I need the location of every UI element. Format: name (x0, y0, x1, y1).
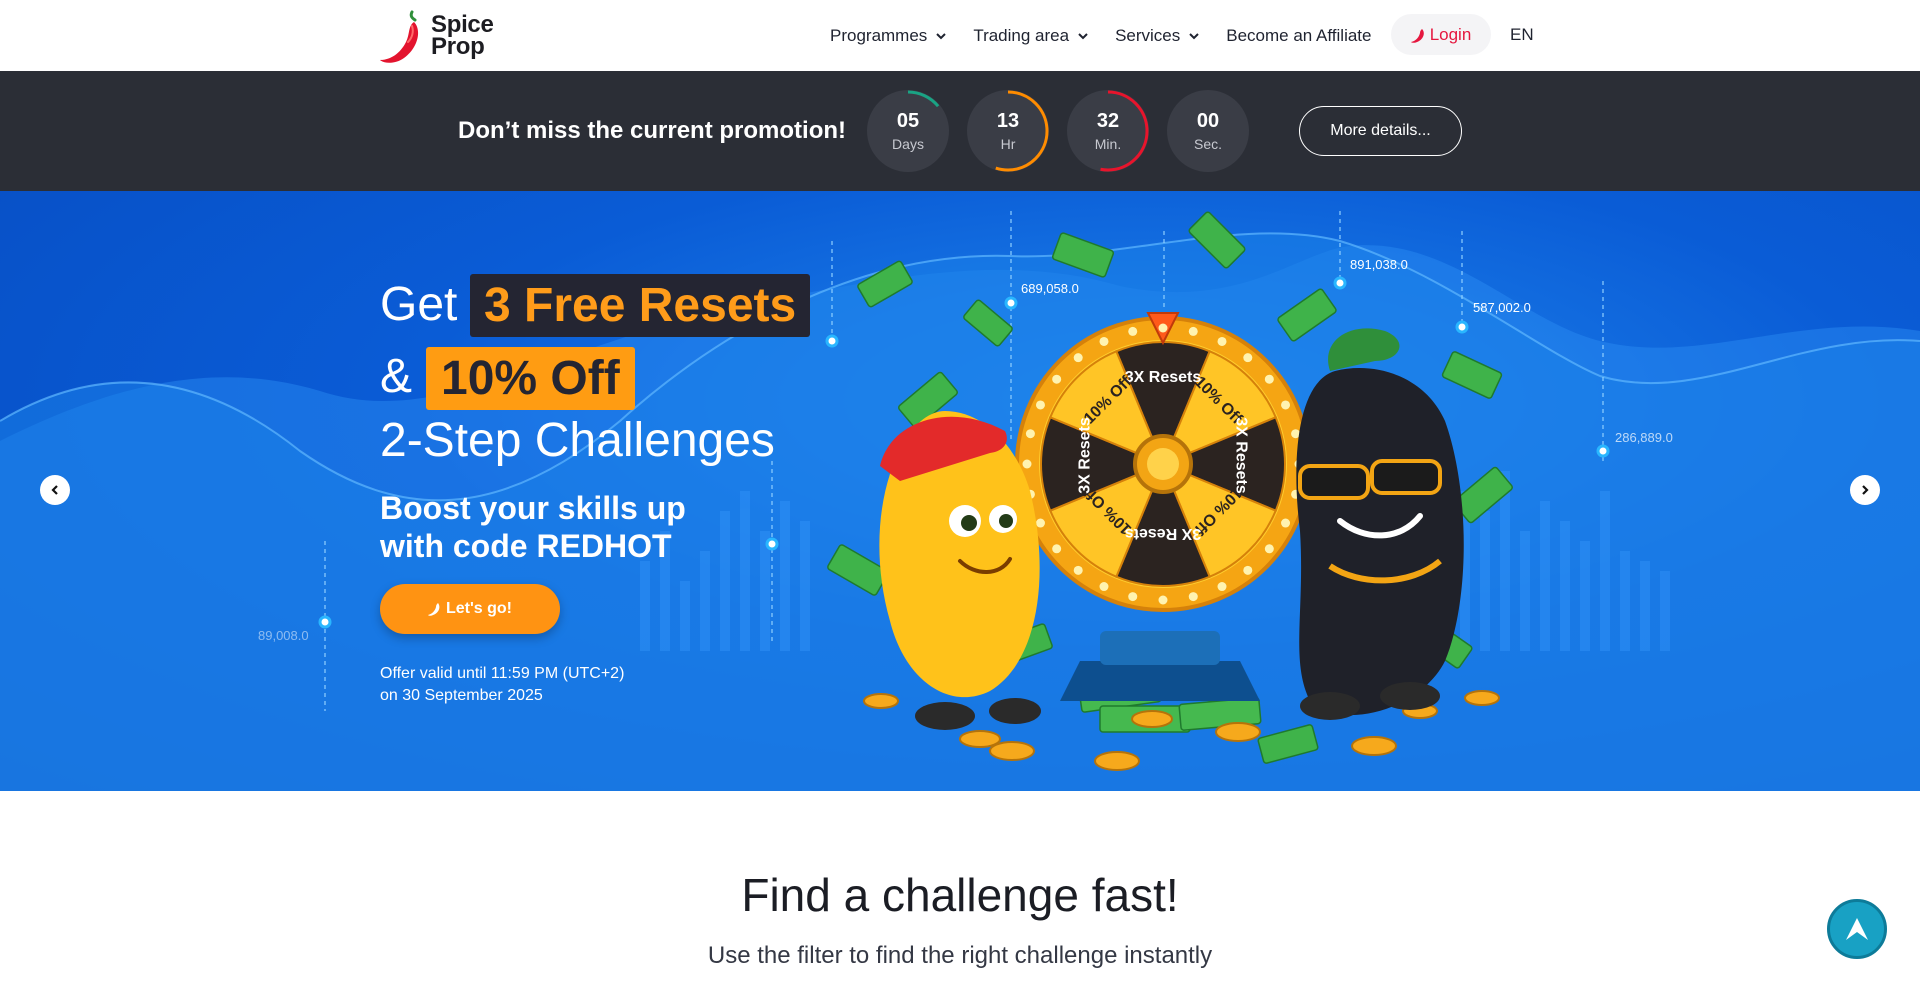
logo[interactable]: Spice Prop (378, 8, 513, 64)
countdown-value: 05 (896, 110, 920, 132)
logo-word-2: Prop (431, 33, 485, 60)
offer-line: on 30 September 2025 (380, 687, 543, 704)
countdown-minutes: 32 Min. (1067, 90, 1149, 172)
site-header: Spice Prop Programmes Trading area Servi… (0, 0, 1920, 71)
main-nav: Programmes Trading area Services Become … (830, 0, 1398, 71)
hero-subtitle: Boost your skills up with code REDHOT (380, 490, 686, 564)
hero-headline-challenges: 2-Step Challenges (380, 414, 775, 467)
login-label: Login (1429, 24, 1472, 44)
wheel-bulb (1188, 592, 1198, 602)
countdown-hours: 13 Hr (967, 90, 1049, 172)
wheel-bulb (1158, 595, 1168, 605)
wheel-bulb (1052, 544, 1062, 554)
countdown-unit: Days (892, 136, 924, 152)
wheel-bulb (1188, 326, 1198, 336)
chart-value-label: 286,889.0 (1615, 430, 1673, 445)
assistant-icon (1846, 918, 1868, 940)
countdown-value: 13 (996, 110, 1020, 132)
chevron-left-icon (51, 485, 58, 495)
countdown-value: 00 (1196, 110, 1220, 132)
chart-value-label: 587,002.0 (1473, 300, 1531, 315)
chili-icon (427, 603, 440, 616)
hero-background-illustration (0, 211, 1920, 791)
chart-value-label: 689,058.0 (1021, 281, 1079, 296)
nav-label: Become an Affiliate (1226, 25, 1372, 45)
countdown-days: 05 Days (867, 90, 949, 172)
wheel-bulb (1035, 518, 1045, 528)
wheel-bulb (1025, 429, 1035, 439)
wheel-bulb (1052, 374, 1062, 384)
chevron-right-icon (1862, 485, 1869, 495)
nav-label: Trading area (973, 25, 1070, 45)
countdown-value: 32 (1096, 110, 1120, 132)
nav-label: Programmes (830, 25, 928, 45)
wheel-bulb (1281, 518, 1291, 528)
carousel-prev-button[interactable] (40, 475, 70, 505)
chili-icon (1410, 28, 1424, 43)
chart-value-label: 891,038.0 (1350, 257, 1408, 272)
chevron-down-icon (936, 32, 947, 39)
chart-value-label: 89,008.0 (258, 628, 309, 643)
wheel-bulb (1099, 582, 1109, 592)
countdown-unit: Min. (1094, 136, 1122, 152)
chili-logo-icon (380, 10, 419, 63)
hero-highlight-resets: 3 Free Resets (470, 274, 811, 337)
wheel-bulb (1243, 353, 1253, 363)
chevron-down-icon (1189, 32, 1199, 39)
wheel-bulb (1128, 592, 1138, 602)
chevron-down-icon (1078, 32, 1088, 39)
wheel-bulb (1128, 326, 1138, 336)
wheel-bulb (1073, 353, 1083, 363)
hero-headline-amp: & (380, 350, 413, 403)
wheel-bulb (1264, 374, 1274, 384)
language-selector[interactable]: EN (1510, 25, 1534, 45)
carousel-next-button[interactable] (1850, 475, 1880, 505)
promo-title: Don’t miss the current promotion! (458, 117, 847, 144)
wheel-bulb (1158, 323, 1168, 333)
countdown-unit: Hr (1000, 136, 1016, 152)
more-details-button[interactable]: More details... (1299, 106, 1462, 156)
wheel-bulb (1022, 459, 1032, 469)
countdown-seconds: 00 Sec. (1167, 90, 1249, 172)
wheel-bulb (1217, 336, 1227, 346)
hero-highlight-discount: 10% Off (426, 347, 635, 410)
hero-banner: 89,008.0 689,058.0 891,038.0 587,002.0 2… (0, 191, 1920, 791)
wheel-bulb (1264, 544, 1274, 554)
offer-validity: Offer valid until 11:59 PM (UTC+2) on 30… (380, 663, 624, 707)
wheel-bulb (1217, 582, 1227, 592)
nav-trading-area[interactable]: Trading area (973, 26, 1089, 46)
wheel-bulb (1243, 565, 1253, 575)
section-subtitle: Use the filter to find the right challen… (707, 942, 1213, 969)
cta-label: Let's go! (445, 600, 513, 617)
hero-headline-get: Get (380, 278, 458, 331)
chat-widget-button[interactable] (1827, 899, 1887, 959)
login-button[interactable]: Login (1391, 14, 1491, 55)
logo-wordmark: Spice Prop (431, 13, 494, 60)
countdown-unit: Sec. (1193, 136, 1222, 152)
wheel-bulb (1073, 565, 1083, 575)
wheel-bulb (1281, 400, 1291, 410)
nav-label: Services (1115, 25, 1181, 45)
nav-become-affiliate[interactable]: Become an Affiliate (1226, 26, 1371, 46)
nav-services[interactable]: Services (1115, 26, 1200, 46)
promo-bar: Don’t miss the current promotion! 05 Day… (0, 71, 1920, 191)
lets-go-button[interactable]: Let's go! (380, 584, 560, 634)
wheel-bulb (1035, 400, 1045, 410)
section-title: Find a challenge fast! (741, 869, 1179, 921)
wheel-bulb (1099, 336, 1109, 346)
offer-line: Offer valid until 11:59 PM (UTC+2) (380, 665, 625, 682)
nav-programmes[interactable]: Programmes (830, 26, 947, 46)
